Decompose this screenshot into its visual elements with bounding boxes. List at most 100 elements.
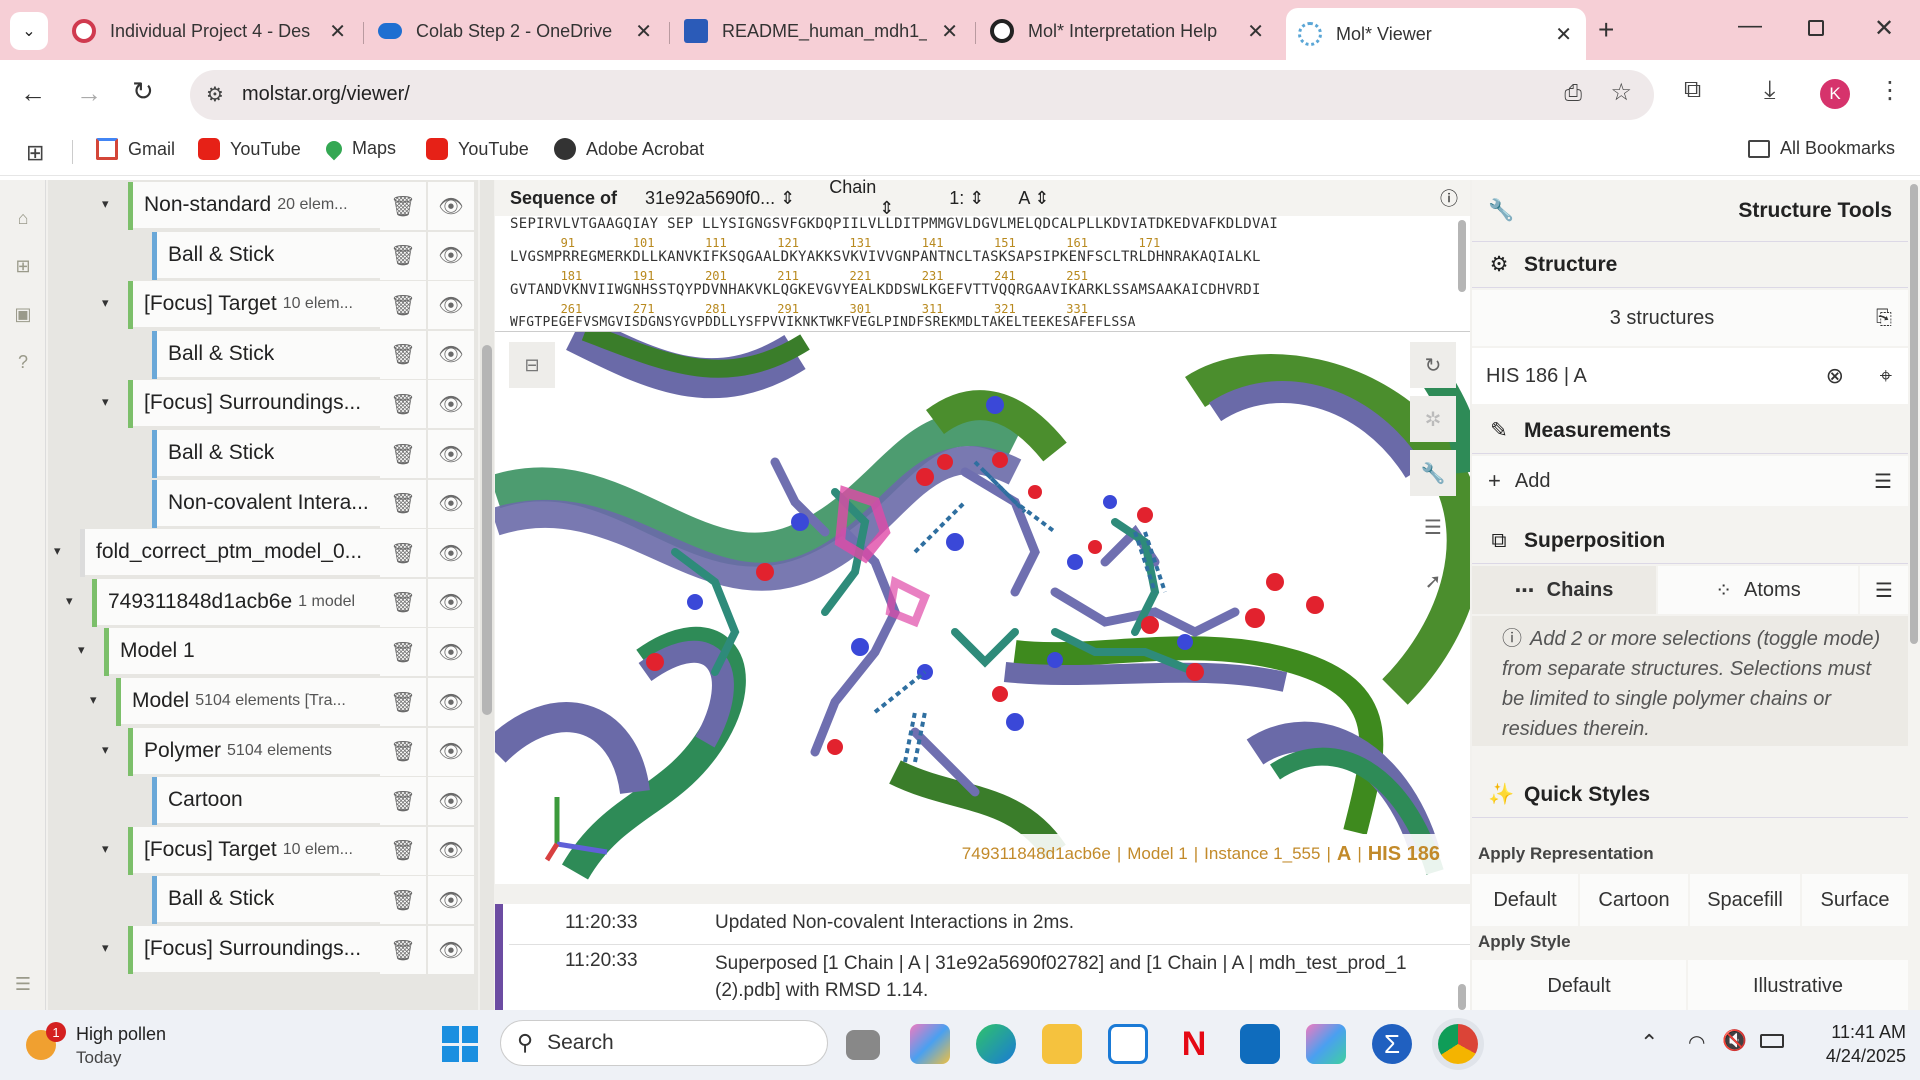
state-tree-icon[interactable]: ⊞: [12, 256, 34, 278]
bookmark-star-icon[interactable]: ☆: [1610, 78, 1632, 107]
wrench-icon[interactable]: 🔧: [1410, 450, 1456, 496]
entity-select[interactable]: 1: ⇕: [949, 188, 984, 209]
bookmark-maps[interactable]: Maps: [322, 137, 396, 160]
file-explorer-icon[interactable]: [1042, 1024, 1082, 1064]
chrome-icon[interactable]: [1438, 1024, 1478, 1064]
delete-icon[interactable]: 🗑: [380, 182, 426, 230]
delete-icon[interactable]: 🗑: [380, 678, 426, 726]
clear-selection-icon[interactable]: ⊗: [1826, 363, 1844, 389]
tray-chevron-icon[interactable]: ⌃: [1640, 1030, 1658, 1056]
structure-select[interactable]: 31e92a5690f0... ⇕: [645, 188, 795, 209]
expand-toggle-icon[interactable]: ▾: [66, 593, 73, 609]
options-icon[interactable]: ☰: [1874, 469, 1892, 494]
visibility-eye-icon[interactable]: 👁: [428, 380, 474, 429]
expand-toggle-icon[interactable]: ▾: [102, 394, 109, 410]
tree-node[interactable]: fold_correct_ptm_model_0...: [80, 529, 426, 578]
delete-icon[interactable]: 🗑: [380, 578, 426, 627]
delete-icon[interactable]: 🗑: [380, 330, 426, 379]
taskbar-search[interactable]: ⚲ Search: [500, 1020, 828, 1066]
tree-scrollbar[interactable]: [480, 180, 494, 1010]
settings-icon[interactable]: ☰: [12, 974, 34, 996]
mode-select[interactable]: Chain ⇕: [829, 177, 939, 219]
all-bookmarks[interactable]: All Bookmarks: [1748, 138, 1895, 159]
rep-surface-button[interactable]: Surface: [1802, 874, 1908, 926]
task-view-icon[interactable]: [846, 1030, 880, 1060]
expand-toggle-icon[interactable]: ▾: [102, 940, 109, 956]
log-scrollbar[interactable]: [1458, 984, 1466, 1010]
focus-selection-icon[interactable]: ⌖: [1880, 363, 1892, 389]
rep-default-button[interactable]: Default: [1472, 874, 1578, 926]
volume-muted-icon[interactable]: 🔇: [1722, 1028, 1747, 1053]
sequence-line[interactable]: SEPIRVLVTGAAGQIAY SEP LLYSIGNGSVFGKDQPII…: [510, 216, 1278, 232]
bookmark-youtube-2[interactable]: YouTube: [426, 138, 529, 160]
save-icon[interactable]: ▣: [12, 304, 34, 326]
expand-toggle-icon[interactable]: ▾: [102, 295, 109, 311]
cursor-icon[interactable]: ➚: [1410, 558, 1456, 604]
close-icon[interactable]: ✕: [1555, 22, 1572, 47]
style-default-button[interactable]: Default: [1472, 960, 1686, 1012]
delete-icon[interactable]: 🗑: [380, 628, 426, 677]
molecule-render[interactable]: [495, 332, 1470, 884]
help-circle-icon[interactable]: ⓘ: [1440, 185, 1458, 211]
sigma-app-icon[interactable]: Σ: [1372, 1024, 1412, 1064]
structures-count-row[interactable]: 3 structures ⎘: [1472, 290, 1908, 346]
structure-section-header[interactable]: ⚙ Structure: [1472, 242, 1908, 288]
visibility-eye-icon[interactable]: 👁: [428, 777, 474, 826]
bookmark-gmail[interactable]: Gmail: [96, 138, 175, 160]
apps-icon[interactable]: ⊞: [26, 140, 44, 166]
sequence-line[interactable]: LVGSMPRREGMERKDLLKANVKIFKSQGAALDKYAKKSVK…: [510, 249, 1261, 265]
delete-icon[interactable]: 🗑: [380, 727, 426, 776]
rep-spacefill-button[interactable]: Spacefill: [1690, 874, 1800, 926]
superposition-options-icon[interactable]: ☰: [1860, 566, 1908, 614]
delete-icon[interactable]: 🗑: [380, 479, 426, 528]
url-text[interactable]: molstar.org/viewer/: [242, 83, 410, 106]
sliders-icon[interactable]: ☰: [1410, 504, 1456, 550]
expand-toggle-icon[interactable]: ▾: [102, 742, 109, 758]
visibility-eye-icon[interactable]: 👁: [428, 876, 474, 925]
visibility-eye-icon[interactable]: 👁: [428, 529, 474, 578]
outlook-icon[interactable]: [1240, 1024, 1280, 1064]
visibility-eye-icon[interactable]: 👁: [428, 479, 474, 528]
tree-node[interactable]: Model 1: [104, 628, 426, 677]
expand-toggle-icon[interactable]: ▾: [102, 196, 109, 212]
measurement-add-row[interactable]: + Add ☰: [1472, 456, 1908, 506]
m365-icon[interactable]: [1306, 1024, 1346, 1064]
delete-icon[interactable]: 🗑: [380, 281, 426, 330]
close-icon[interactable]: ✕: [941, 19, 958, 44]
tab-colab[interactable]: Colab Step 2 - OneDrive ✕: [366, 10, 666, 52]
visibility-eye-icon[interactable]: 👁: [428, 826, 474, 875]
delete-icon[interactable]: 🗑: [380, 529, 426, 578]
close-icon[interactable]: ✕: [1247, 19, 1264, 44]
expand-toggle-icon[interactable]: ▾: [90, 692, 97, 708]
measurements-section-header[interactable]: ✎ Measurements: [1472, 408, 1908, 454]
sequence-line[interactable]: GVTANDVKNVIIWGNHSSTQYPDVNHAKVKLQGKEVGVYE…: [510, 282, 1261, 298]
delete-icon[interactable]: 🗑: [380, 380, 426, 429]
install-app-icon[interactable]: ⎙: [1564, 80, 1582, 106]
tab-readme[interactable]: README_human_mdh1_ ✕: [672, 10, 972, 52]
clock[interactable]: 11:41 AM 4/24/2025: [1796, 1020, 1906, 1068]
visibility-eye-icon[interactable]: 👁: [428, 628, 474, 677]
restore-button[interactable]: [1808, 20, 1824, 36]
current-selection-row[interactable]: HIS 186 | A ⊗ ⌖: [1472, 348, 1908, 404]
forward-icon[interactable]: →: [76, 78, 102, 109]
tab-chatgpt[interactable]: Mol* Interpretation Help ✕: [978, 10, 1278, 52]
visibility-eye-icon[interactable]: 👁: [428, 281, 474, 330]
start-button[interactable]: [442, 1026, 478, 1062]
close-icon[interactable]: ✕: [635, 19, 652, 44]
tab-project[interactable]: Individual Project 4 - Des ✕: [60, 10, 360, 52]
back-icon[interactable]: ←: [20, 78, 46, 109]
right-panel-scrollbar[interactable]: [1908, 180, 1920, 1010]
visibility-eye-icon[interactable]: 👁: [428, 231, 474, 280]
tab-search-button[interactable]: ⌄: [10, 12, 48, 50]
avatar[interactable]: K: [1820, 79, 1850, 109]
expand-toggle-icon[interactable]: ▾: [54, 543, 61, 559]
visibility-eye-icon[interactable]: 👁: [428, 578, 474, 627]
bookmark-youtube[interactable]: YouTube: [198, 138, 301, 160]
bookmark-icon[interactable]: ⎘: [1876, 307, 1892, 330]
sequence-scrollbar[interactable]: [1458, 220, 1466, 292]
close-window-button[interactable]: ✕: [1874, 14, 1894, 43]
home-icon[interactable]: ⌂: [12, 208, 34, 230]
spin-icon[interactable]: ✲: [1410, 396, 1456, 442]
chain-select[interactable]: A ⇕: [1018, 188, 1049, 209]
minimize-button[interactable]: —: [1738, 12, 1762, 40]
